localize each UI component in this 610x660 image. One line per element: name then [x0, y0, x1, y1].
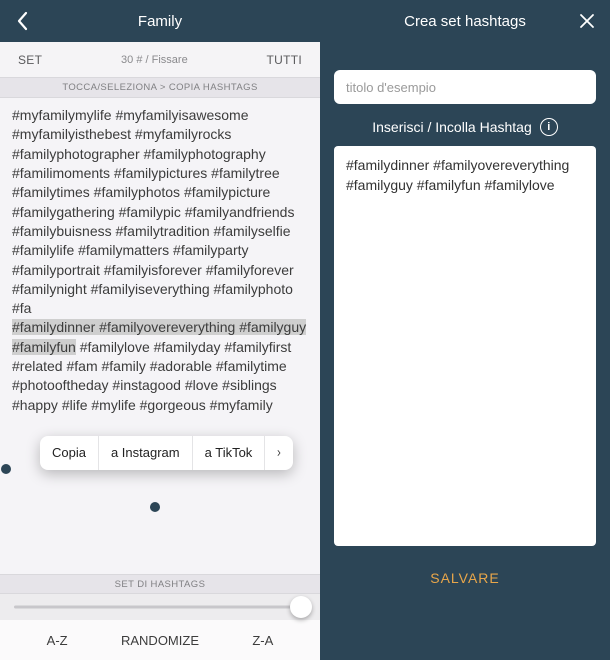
save-button[interactable]: SALVARE: [334, 570, 596, 586]
context-tiktok[interactable]: a TikTok: [193, 436, 266, 470]
hashtag-text-pre[interactable]: #myfamilymylife #myfamilyisawesome #myfa…: [12, 107, 294, 316]
selection-handle-end[interactable]: [150, 502, 160, 512]
context-menu: Copia a Instagram a TikTok: [40, 436, 293, 470]
info-icon[interactable]: i: [540, 118, 558, 136]
pasted-hashtags[interactable]: #familydinner #familyovereverything #fam…: [346, 157, 569, 193]
tab-count[interactable]: 30 # / Fissare: [121, 54, 188, 66]
set-label: SET DI HASHTAGS: [0, 574, 320, 594]
left-header: Family: [0, 0, 320, 42]
sort-az[interactable]: A-Z: [47, 633, 68, 648]
title-input[interactable]: [334, 70, 596, 104]
slider-area: [0, 594, 320, 620]
chevron-right-icon: [277, 447, 281, 459]
tab-row: SET 30 # / Fissare TUTTI: [0, 42, 320, 78]
context-copy[interactable]: Copia: [40, 436, 99, 470]
insert-label: Inserisci / Incolla Hashtag: [372, 119, 532, 135]
chevron-left-icon: [16, 11, 28, 31]
back-button[interactable]: [10, 9, 34, 33]
sort-randomize[interactable]: RANDOMIZE: [121, 633, 199, 648]
slider-thumb[interactable]: [290, 596, 312, 618]
page-title: Family: [10, 13, 310, 30]
insert-label-row: Inserisci / Incolla Hashtag i: [334, 118, 596, 136]
context-instagram[interactable]: a Instagram: [99, 436, 193, 470]
hashtag-textview[interactable]: #myfamilymylife #myfamilyisawesome #myfa…: [0, 98, 320, 574]
right-title: Crea set hashtags: [404, 13, 526, 30]
tab-all[interactable]: TUTTI: [266, 53, 302, 67]
tab-set[interactable]: SET: [18, 53, 42, 67]
close-button[interactable]: [576, 10, 598, 32]
selection-handle-start[interactable]: [1, 464, 11, 474]
context-more[interactable]: [265, 436, 293, 470]
close-icon: [579, 13, 595, 29]
sort-za[interactable]: Z-A: [252, 633, 273, 648]
right-header: Crea set hashtags: [320, 0, 610, 42]
sort-row: A-Z RANDOMIZE Z-A: [0, 620, 320, 660]
hashtag-paste-box[interactable]: #familydinner #familyovereverything #fam…: [334, 146, 596, 546]
slider-track[interactable]: [14, 606, 306, 609]
instruction-bar: TOCCA/SELEZIONA > COPIA HASHTAGS: [0, 78, 320, 98]
